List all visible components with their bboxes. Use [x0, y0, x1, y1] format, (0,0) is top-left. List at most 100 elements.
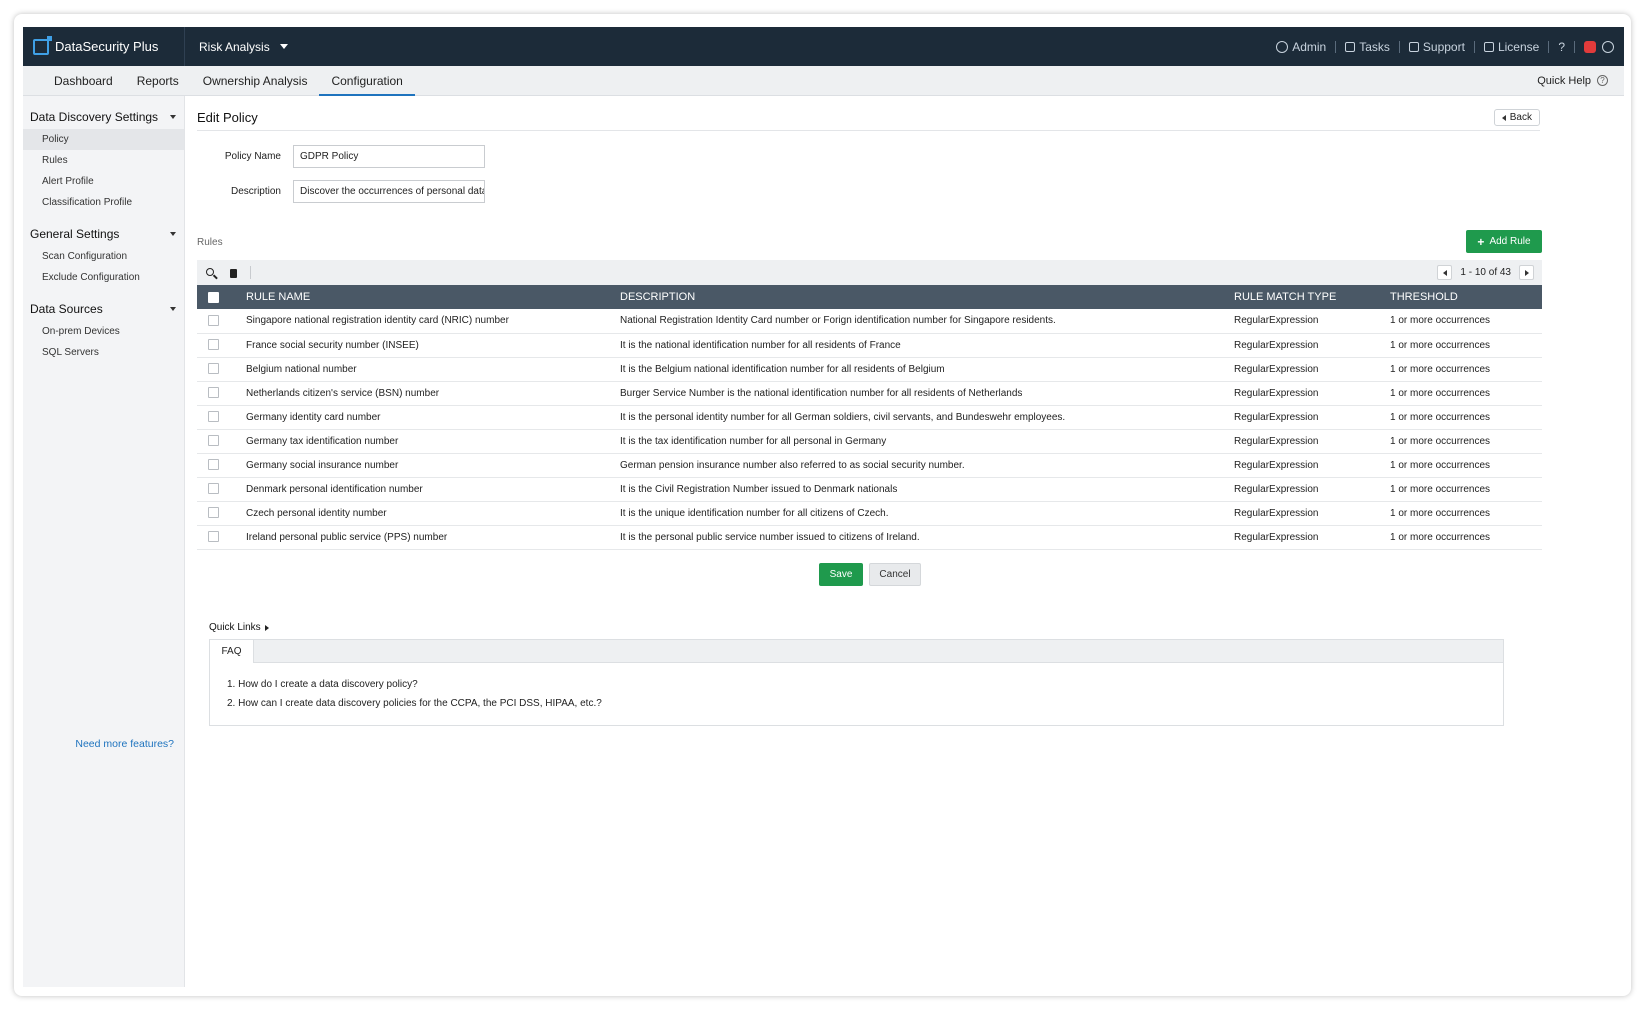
cell-description: Burger Service Number is the national id… — [616, 381, 1230, 406]
save-button[interactable]: Save — [819, 563, 863, 586]
support-link[interactable]: Support — [1408, 39, 1465, 54]
cell-threshold: 1 or more occurrences — [1386, 405, 1542, 430]
description-label: Description — [230, 186, 281, 197]
table-row[interactable]: Netherlands citizen's service (BSN) numb… — [197, 381, 1542, 406]
row-checkbox[interactable] — [208, 459, 219, 471]
table-row[interactable]: Belgium national number It is the Belgium… — [197, 357, 1542, 382]
quick-help-link[interactable]: Quick Help ? — [1537, 75, 1624, 87]
table-row[interactable]: Germany identity card number It is the pe… — [197, 405, 1542, 430]
add-rule-button[interactable]: + Add Rule — [1466, 230, 1542, 253]
cell-rule-name: France social security number (INSEE) — [242, 333, 616, 358]
table-row[interactable]: Ireland personal public service (PPS) nu… — [197, 525, 1542, 550]
cell-rule-match-type: RegularExpression — [1230, 429, 1386, 454]
sidebar-item-rules[interactable]: Rules — [23, 150, 184, 171]
license-icon — [1483, 41, 1494, 52]
cell-rule-match-type: RegularExpression — [1230, 357, 1386, 382]
table-row[interactable]: Singapore national registration identity… — [197, 309, 1542, 334]
window-frame: DataSecurity Plus Risk Analysis Admin Ta… — [14, 14, 1631, 996]
table-toolbar: 1 - 10 of 43 — [197, 260, 1542, 285]
module-switcher[interactable]: Risk Analysis — [185, 40, 288, 54]
tab-reports[interactable]: Reports — [125, 66, 191, 96]
license-link[interactable]: License — [1483, 40, 1539, 54]
column-header-rule-name[interactable]: RULE NAME — [242, 285, 616, 309]
column-header-threshold[interactable]: THRESHOLD — [1386, 285, 1542, 309]
tab-faq[interactable]: FAQ — [210, 640, 254, 663]
select-all-checkbox[interactable] — [208, 291, 219, 303]
row-checkbox[interactable] — [208, 507, 219, 519]
row-checkbox[interactable] — [208, 531, 219, 543]
cell-rule-name: Germany tax identification number — [242, 429, 616, 454]
help-button[interactable]: ? — [1558, 40, 1565, 54]
policy-name-input[interactable] — [293, 145, 485, 168]
column-header-rule-match-type[interactable]: RULE MATCH TYPE — [1230, 285, 1386, 309]
page-range: 1 - 10 of 43 — [1460, 267, 1511, 278]
tab-ownership-analysis[interactable]: Ownership Analysis — [191, 66, 320, 96]
sidebar-item-sql-servers[interactable]: SQL Servers — [23, 342, 184, 363]
quick-help-label: Quick Help — [1537, 74, 1591, 87]
divider — [1548, 40, 1550, 53]
cell-rule-match-type: RegularExpression — [1230, 333, 1386, 358]
user-avatar-icon[interactable] — [1602, 40, 1614, 53]
next-page-button[interactable] — [1519, 265, 1534, 280]
row-select-cell — [197, 333, 242, 358]
row-checkbox[interactable] — [208, 315, 219, 327]
tab-dashboard[interactable]: Dashboard — [42, 66, 125, 96]
back-button[interactable]: Back — [1493, 109, 1540, 126]
row-checkbox[interactable] — [208, 387, 219, 399]
need-more-features-link[interactable]: Need more features? — [23, 738, 174, 750]
search-icon[interactable] — [206, 267, 216, 278]
tasks-link[interactable]: Tasks — [1345, 40, 1390, 54]
brand[interactable]: DataSecurity Plus — [23, 27, 185, 66]
cell-threshold: 1 or more occurrences — [1386, 501, 1542, 526]
row-checkbox[interactable] — [208, 435, 219, 447]
support-icon — [1408, 41, 1419, 52]
row-checkbox[interactable] — [208, 411, 219, 423]
notification-bell-icon[interactable] — [1584, 40, 1596, 53]
cell-rule-match-type: RegularExpression — [1230, 453, 1386, 478]
cancel-button[interactable]: Cancel — [869, 563, 921, 586]
sidebar-item-policy[interactable]: Policy — [23, 129, 184, 150]
cell-threshold: 1 or more occurrences — [1386, 453, 1542, 478]
quick-links-toggle[interactable]: Quick Links — [209, 622, 269, 633]
sidebar-item-alert-profile[interactable]: Alert Profile — [23, 171, 184, 192]
quick-links-panel: FAQ 1. How do I create a data discovery … — [209, 639, 1504, 726]
row-checkbox[interactable] — [208, 363, 219, 375]
sidebar-item-classification-profile[interactable]: Classification Profile — [23, 192, 184, 213]
tab-configuration[interactable]: Configuration — [319, 66, 416, 96]
trash-icon[interactable] — [228, 268, 238, 278]
sidebar-group-header[interactable]: General Settings — [23, 227, 184, 241]
table-row[interactable]: Germany tax identification number It is t… — [197, 429, 1542, 454]
product-logo-icon — [33, 35, 52, 55]
table-row[interactable]: France social security number (INSEE) It … — [197, 333, 1542, 358]
page-title: Edit Policy — [197, 110, 258, 125]
faq-link[interactable]: 2. How can I create data discovery polic… — [227, 698, 1503, 717]
row-checkbox[interactable] — [208, 483, 219, 495]
top-links: Admin Tasks Support License ? — [1276, 40, 1624, 54]
caret-right-icon — [264, 624, 269, 631]
cell-description: It is the unique identification number f… — [616, 501, 1230, 526]
sidebar-item-on-prem-devices[interactable]: On-prem Devices — [23, 321, 184, 342]
sidebar-item-exclude-configuration[interactable]: Exclude Configuration — [23, 267, 184, 288]
sidebar-group-header[interactable]: Data Sources — [23, 302, 184, 316]
admin-link[interactable]: Admin — [1276, 40, 1326, 54]
table-row[interactable]: Denmark personal identification number It… — [197, 477, 1542, 502]
help-circle-icon: ? — [1597, 75, 1608, 86]
support-label: Support — [1422, 39, 1465, 54]
description-input[interactable] — [293, 180, 485, 203]
chevron-left-icon — [1501, 114, 1506, 121]
faq-link[interactable]: 1. How do I create a data discovery poli… — [227, 679, 1503, 698]
rules-table: RULE NAME DESCRIPTION RULE MATCH TYPE TH… — [197, 285, 1542, 550]
table-row[interactable]: Germany social insurance number German pe… — [197, 453, 1542, 478]
table-row[interactable]: Czech personal identity number It is the … — [197, 501, 1542, 526]
column-header-description[interactable]: DESCRIPTION — [616, 285, 1230, 309]
app: DataSecurity Plus Risk Analysis Admin Ta… — [23, 27, 1624, 987]
divider — [1335, 40, 1337, 53]
previous-page-button[interactable] — [1437, 265, 1453, 280]
sidebar-group-header[interactable]: Data Discovery Settings — [23, 110, 184, 124]
cell-rule-name: Ireland personal public service (PPS) nu… — [242, 525, 616, 550]
back-label: Back — [1509, 112, 1532, 123]
sidebar-item-scan-configuration[interactable]: Scan Configuration — [23, 246, 184, 267]
row-checkbox[interactable] — [208, 339, 219, 351]
cell-threshold: 1 or more occurrences — [1386, 309, 1542, 334]
cell-rule-name: Denmark personal identification number — [242, 477, 616, 502]
